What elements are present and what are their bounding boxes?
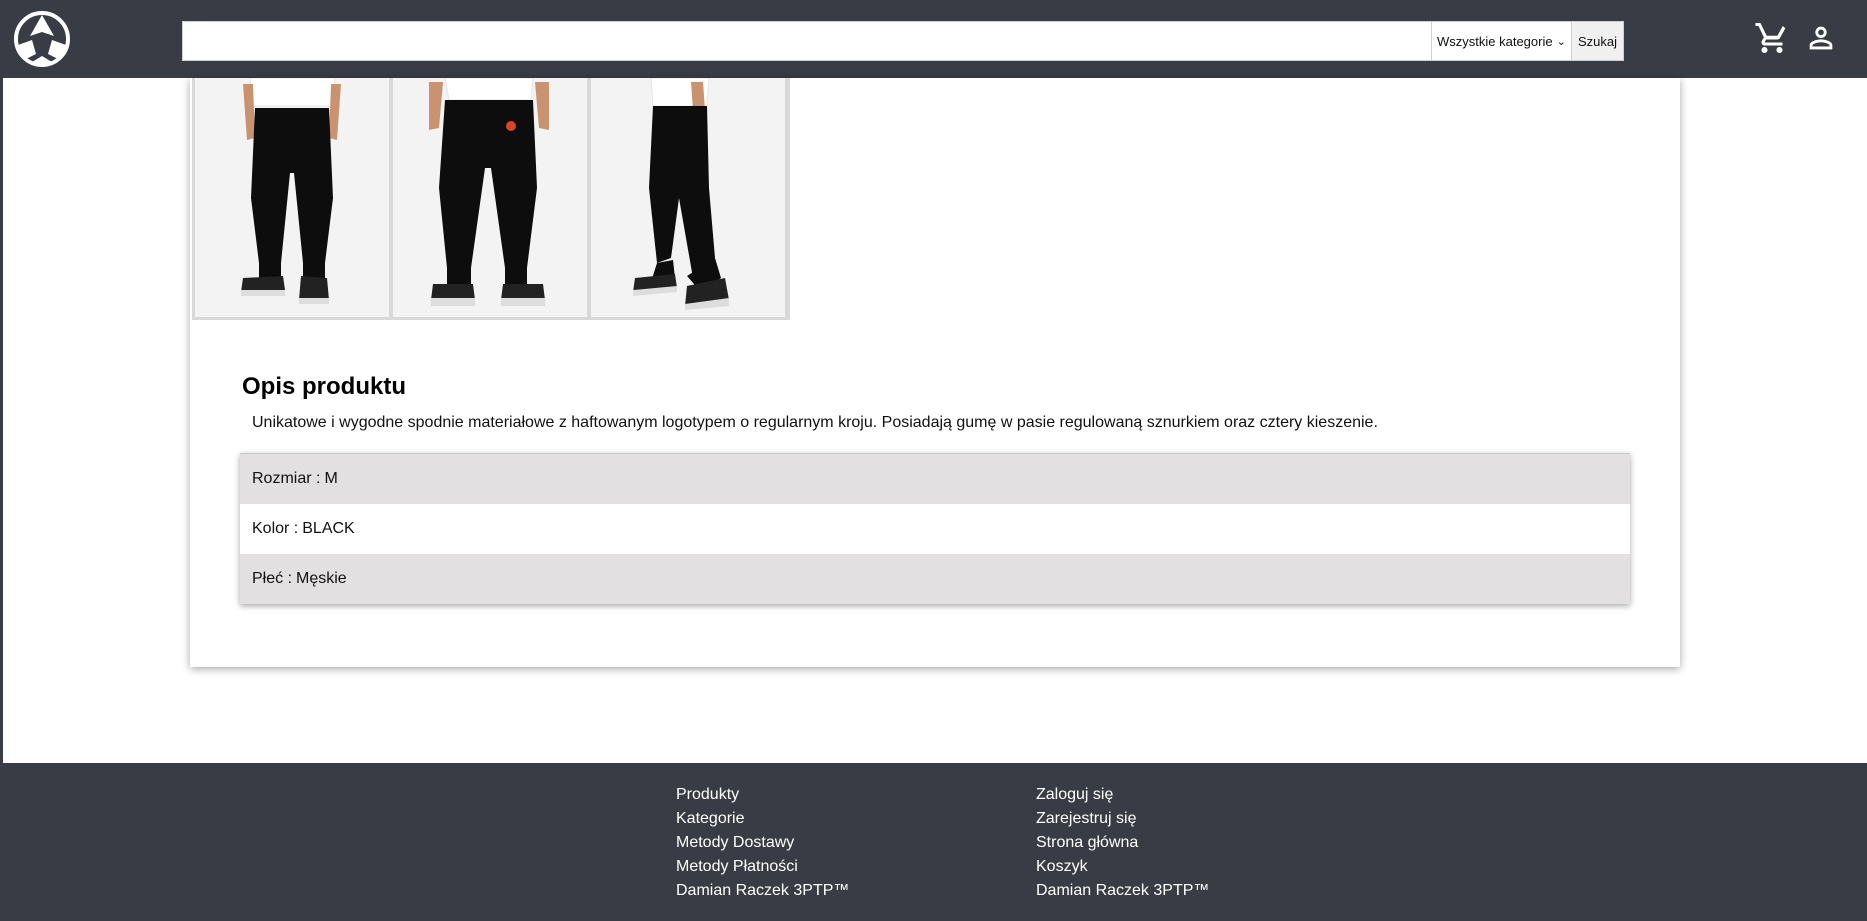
product-image-front[interactable] [195,78,389,317]
footer-link-author[interactable]: Damian Raczek 3PTP™ [676,879,849,903]
attribute-row-size: Rozmiar : M [240,454,1630,504]
footer-link-login[interactable]: Zaloguj się [1036,783,1209,807]
left-border [0,78,3,763]
page: Wszystkie kategorie ⌄ Szukaj Opis produk… [0,0,1867,921]
footer-link-categories[interactable]: Kategorie [676,807,849,831]
product-gallery [192,78,790,320]
footer-link-home[interactable]: Strona główna [1036,831,1209,855]
description-title: Opis produktu [242,373,406,400]
product-image-back[interactable] [393,78,587,317]
footer-link-payment-methods[interactable]: Metody Płatności [676,855,849,879]
attributes-table: Rozmiar : M Kolor : BLACK Płeć : Męskie [240,453,1630,604]
footer-link-cart[interactable]: Koszyk [1036,855,1209,879]
product-image-side[interactable] [591,78,785,317]
category-select-value: Wszystkie kategorie [1437,33,1553,49]
attribute-value: Męskie [296,570,347,587]
attribute-label: Rozmiar : [252,470,321,487]
cart-icon[interactable] [1754,20,1790,56]
attribute-row-gender: Płeć : Męskie [240,554,1630,604]
footer-column-account: Zaloguj się Zarejestruj się Strona główn… [1036,783,1209,903]
footer-link-author[interactable]: Damian Raczek 3PTP™ [1036,879,1209,903]
footer-link-delivery-methods[interactable]: Metody Dostawy [676,831,849,855]
attribute-value: BLACK [302,520,355,537]
footer-link-register[interactable]: Zarejestruj się [1036,807,1209,831]
attribute-label: Płeć : [252,570,293,587]
footer: Produkty Kategorie Metody Dostawy Metody… [0,763,1867,921]
user-account-icon[interactable] [1804,21,1838,55]
attribute-row-color: Kolor : BLACK [240,504,1630,554]
category-select[interactable]: Wszystkie kategorie ⌄ [1431,22,1571,60]
product-card: Opis produktu Unikatowe i wygodne spodni… [190,78,1680,667]
footer-link-products[interactable]: Produkty [676,783,849,807]
search-button[interactable]: Szukaj [1571,22,1623,60]
attribute-value: M [324,470,338,487]
search-input[interactable] [183,22,1431,60]
top-navbar: Wszystkie kategorie ⌄ Szukaj [0,0,1867,78]
footer-column-shop: Produkty Kategorie Metody Dostawy Metody… [676,783,849,903]
description-text: Unikatowe i wygodne spodnie materiałowe … [252,414,1378,431]
brand-logo-icon[interactable] [12,10,72,68]
chevron-down-icon: ⌄ [1556,35,1566,48]
attribute-label: Kolor : [252,520,299,537]
search-bar: Wszystkie kategorie ⌄ Szukaj [182,21,1624,61]
